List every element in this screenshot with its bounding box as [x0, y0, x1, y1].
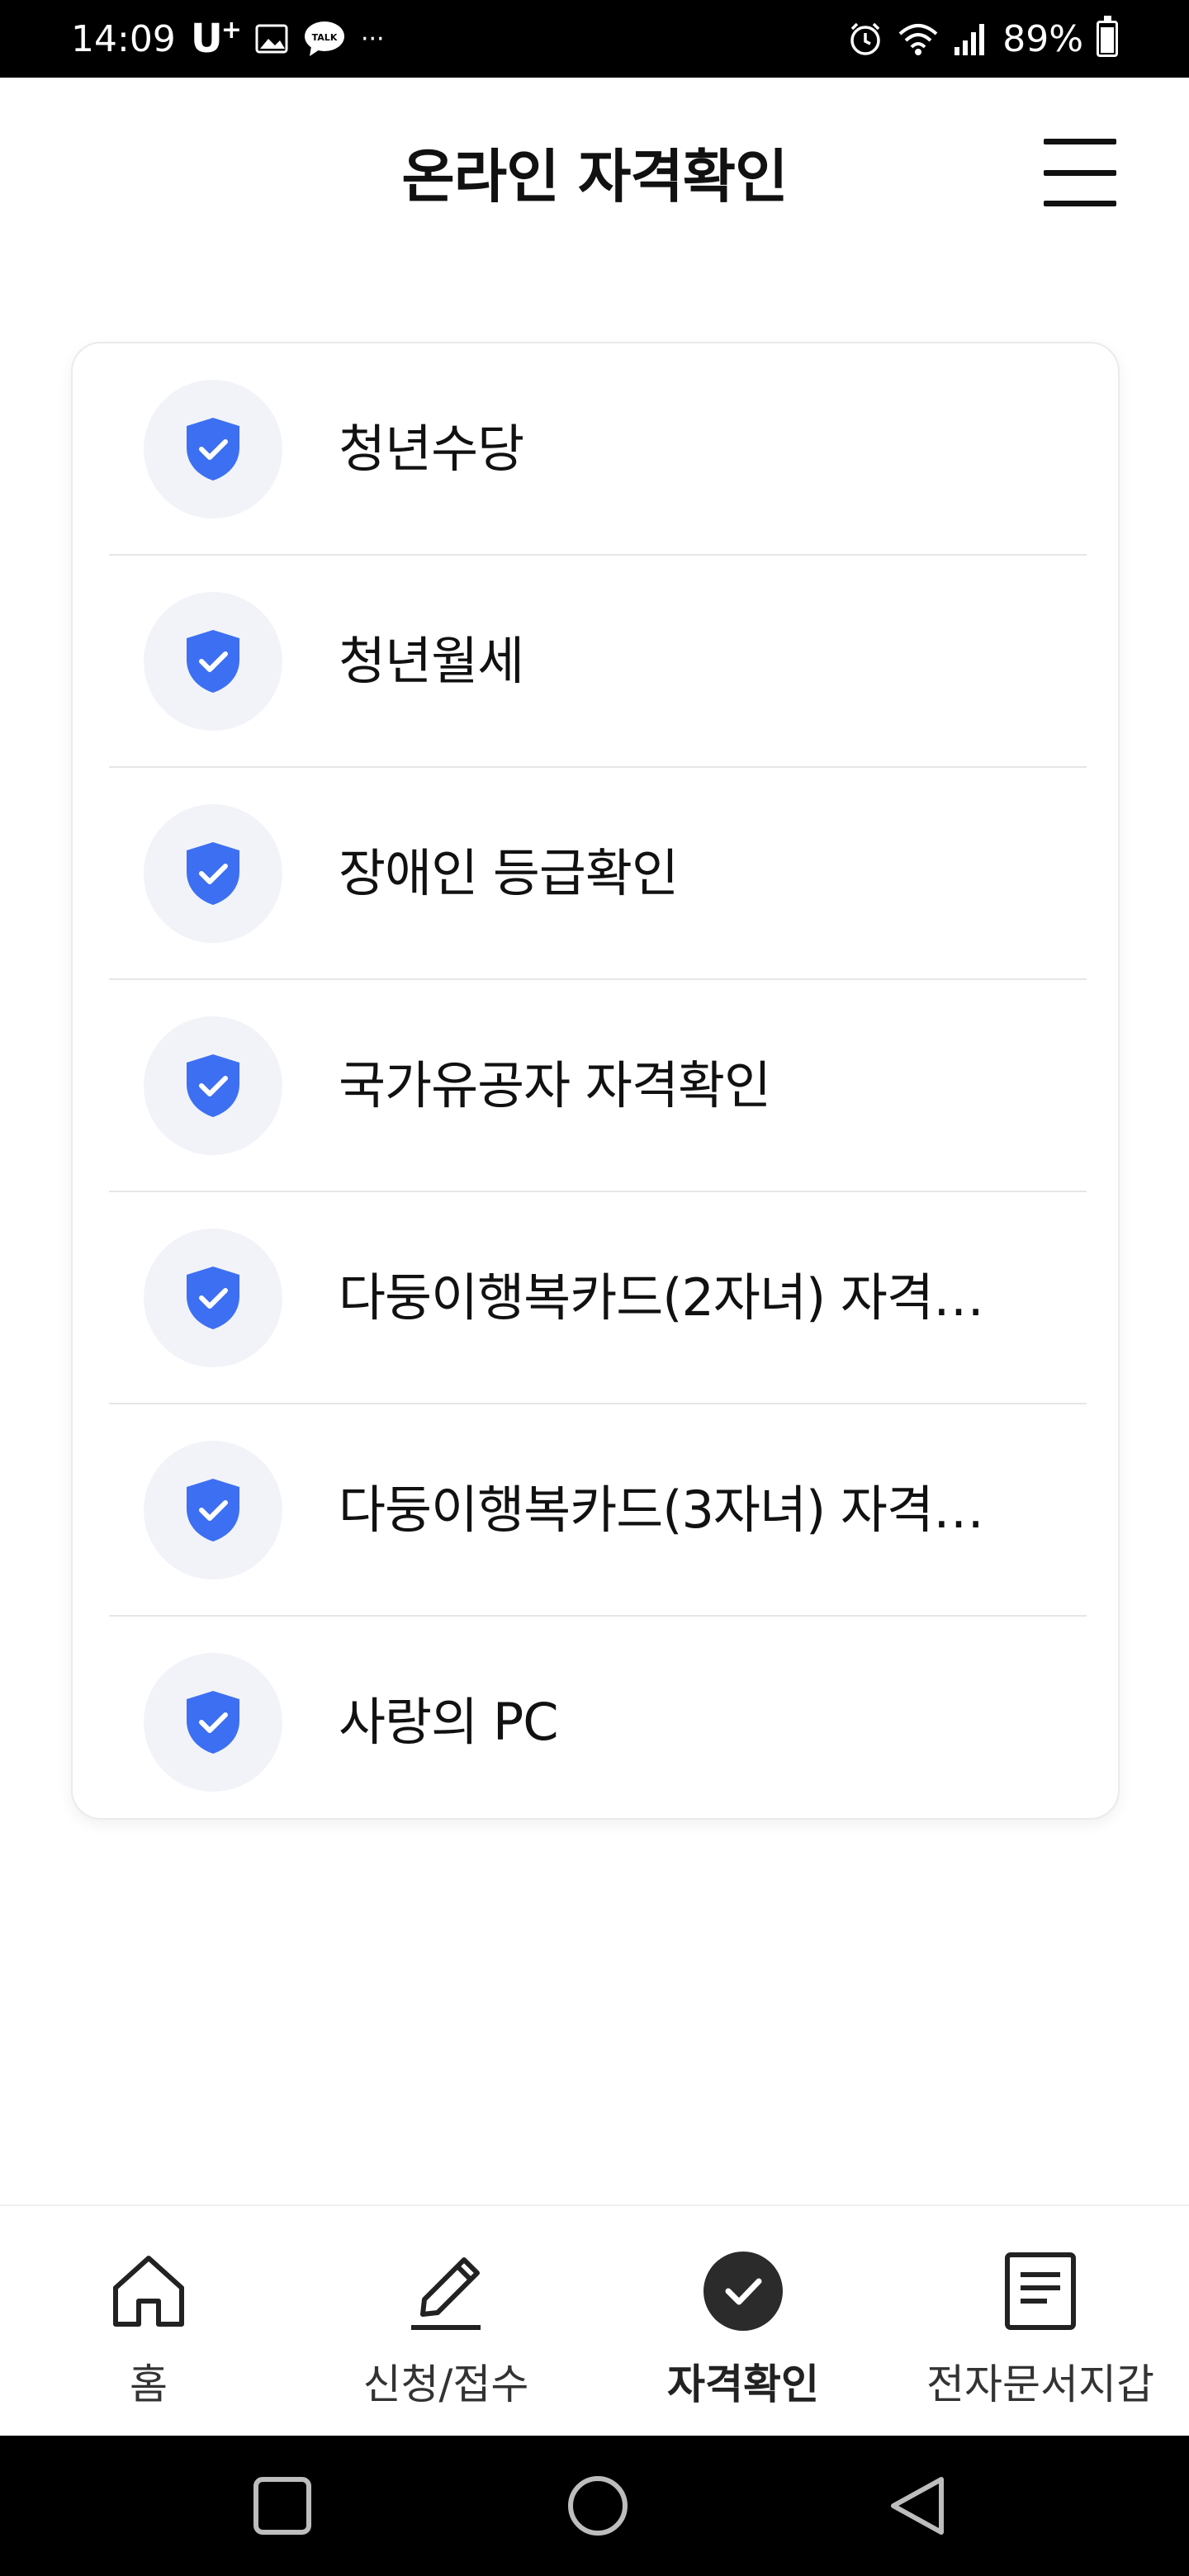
carrier-name: U [190, 16, 223, 62]
icon-container [144, 1441, 282, 1579]
home-system-button[interactable] [499, 2436, 697, 2576]
shield-check-icon [187, 1054, 239, 1117]
more-notifications: ··· [360, 24, 385, 54]
nav-label: 자격확인 [667, 2361, 819, 2408]
system-nav-bar [0, 2436, 1189, 2576]
gallery-icon [255, 24, 288, 54]
carrier-label: U+ [190, 16, 242, 62]
list-item-label: 장애인 등급확인 [339, 843, 679, 903]
recent-apps-icon [253, 2477, 311, 2535]
status-bar: 14:09 U+ TALK ··· 89% [0, 0, 1189, 78]
list-item-label: 청년수당 [339, 419, 524, 479]
list-item-youth-rent[interactable]: 청년월세 [73, 556, 1121, 766]
icon-container [144, 1653, 282, 1792]
shield-check-icon [187, 842, 239, 905]
list-item-youth-allowance[interactable]: 청년수당 [73, 343, 1121, 554]
list-item-multichild-card-2[interactable]: 다둥이행복카드(2자녀) 자격… [73, 1192, 1121, 1403]
nav-label: 전자문서지갑 [926, 2361, 1154, 2408]
nav-home[interactable]: 홈 [0, 2206, 297, 2437]
icon-container [144, 804, 282, 943]
signal-icon [953, 21, 989, 57]
bottom-nav: 홈 신청/접수 자격확인 전자문서지갑 [0, 2204, 1189, 2436]
list-item-multichild-card-3[interactable]: 다둥이행복카드(3자녀) 자격… [73, 1404, 1121, 1615]
home-circle-icon [568, 2476, 628, 2536]
list-item-love-pc[interactable]: 사랑의 PC [73, 1617, 1121, 1827]
menu-line [1044, 169, 1116, 176]
menu-line [1044, 139, 1116, 144]
pencil-icon [297, 2246, 594, 2337]
talk-icon: TALK [303, 20, 346, 58]
list-item-label: 사랑의 PC [339, 1692, 559, 1752]
list-item-national-merit[interactable]: 국가유공자 자격확인 [73, 980, 1121, 1191]
carrier-plus: + [220, 16, 242, 45]
icon-container [144, 592, 282, 731]
icon-container [144, 1229, 282, 1367]
shield-check-icon [187, 418, 239, 481]
list-item-label: 다둥이행복카드(2자녀) 자격… [339, 1267, 984, 1328]
menu-line [1044, 201, 1116, 206]
nav-apply[interactable]: 신청/접수 [297, 2206, 594, 2437]
back-triangle-icon [891, 2477, 944, 2535]
list-item-label: 청년월세 [339, 631, 524, 691]
nav-label: 홈 [130, 2361, 168, 2408]
list-item-label: 다둥이행복카드(3자녀) 자격… [339, 1480, 984, 1540]
list-item-label: 국가유공자 자격확인 [339, 1055, 771, 1115]
shield-check-icon [187, 1691, 239, 1754]
icon-container [144, 380, 282, 519]
check-circle-icon [594, 2246, 892, 2337]
status-right: 89% [847, 16, 1118, 60]
shield-check-icon [187, 630, 239, 693]
svg-text:TALK: TALK [312, 32, 338, 43]
document-icon [892, 2246, 1189, 2337]
header: 온라인 자격확인 [0, 78, 1189, 268]
status-left: 14:09 U+ TALK ··· [71, 16, 385, 62]
icon-container [144, 1016, 282, 1155]
recent-apps-button[interactable] [183, 2436, 381, 2576]
nav-document-wallet[interactable]: 전자문서지갑 [892, 2206, 1189, 2437]
battery-icon [1097, 16, 1118, 57]
list-item-disability-grade[interactable]: 장애인 등급확인 [73, 768, 1121, 978]
nav-eligibility[interactable]: 자격확인 [594, 2206, 892, 2437]
wifi-icon [897, 21, 940, 57]
back-button[interactable] [817, 2436, 1016, 2576]
page-title: 온라인 자격확인 [401, 143, 788, 211]
eligibility-list-card: 청년수당 청년월세 장애인 등급확인 국가유공자 자격확인 다둥이행복카드(2자… [71, 342, 1120, 1820]
menu-button[interactable] [1044, 135, 1116, 210]
shield-check-icon [187, 1267, 239, 1329]
shield-check-icon [187, 1479, 239, 1541]
home-icon [0, 2246, 297, 2337]
battery-percent: 89% [1002, 17, 1083, 60]
nav-label: 신청/접수 [362, 2361, 529, 2408]
status-time: 14:09 [71, 17, 176, 60]
alarm-icon [847, 21, 883, 57]
